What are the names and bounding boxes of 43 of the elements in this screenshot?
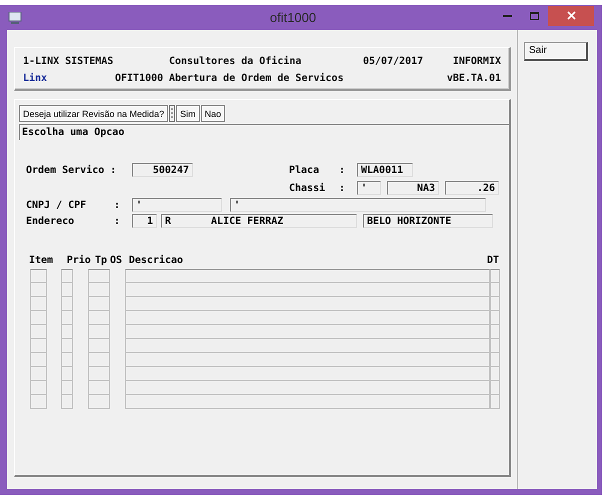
field-label: Endereco [26, 216, 76, 226]
plate-field[interactable]: WLA0011 [357, 163, 413, 177]
header-text: Consultores da Oficina [169, 56, 302, 67]
column-header: Descricao [128, 255, 184, 266]
address-number-field[interactable]: 1 [132, 214, 157, 228]
close-button[interactable] [548, 6, 594, 26]
street-field[interactable]: R ALICE FERRAZ [161, 214, 357, 228]
chassis-field[interactable]: NA3 [387, 181, 439, 195]
column-header: Tp [94, 255, 108, 266]
grip-icon [169, 105, 176, 122]
separator-colon: : [114, 216, 122, 226]
document-field[interactable]: ' [230, 198, 486, 212]
column-header: OS [110, 255, 124, 266]
field-label: Placa [289, 164, 320, 176]
column-header: Prio [66, 255, 92, 266]
separator-colon: : [339, 182, 346, 194]
header-text: INFORMIX [452, 56, 501, 67]
question-button[interactable]: Deseja utilizar Revisão na Medida? [19, 105, 168, 122]
field-label: Ordem Servico : [26, 164, 118, 176]
separator-colon: : [114, 200, 122, 210]
header-text: OFIT1000 [115, 73, 164, 84]
option-button[interactable]: Nao [200, 105, 226, 122]
app-icon [8, 12, 22, 24]
column-header: Item [29, 255, 54, 266]
header-text: 1-LINX SISTEMAS [23, 56, 114, 67]
window-title: ofit1000 [268, 10, 318, 25]
header-text: Linx [23, 73, 48, 84]
option-button[interactable]: Sim [176, 105, 200, 122]
exit-button[interactable]: Sair [524, 42, 588, 60]
order-number-field[interactable]: 500247 [132, 163, 193, 177]
minimize-icon [503, 14, 512, 16]
chassis-field[interactable]: .26 [445, 181, 499, 195]
close-icon [566, 11, 576, 20]
separator-colon: : [339, 164, 346, 176]
field-label: Chassi [289, 182, 326, 194]
city-field[interactable]: BELO HORIZONTE [363, 214, 493, 228]
field-label: CNPJ / CPF [26, 200, 88, 210]
header-text: 05/07/2017 [363, 56, 424, 67]
chassis-field[interactable]: ' [357, 181, 381, 195]
column-header: DT [486, 255, 499, 266]
maximize-icon [530, 12, 539, 20]
message-line: Escolha uma Opcao [19, 124, 509, 140]
document-field[interactable]: ' [132, 198, 222, 212]
